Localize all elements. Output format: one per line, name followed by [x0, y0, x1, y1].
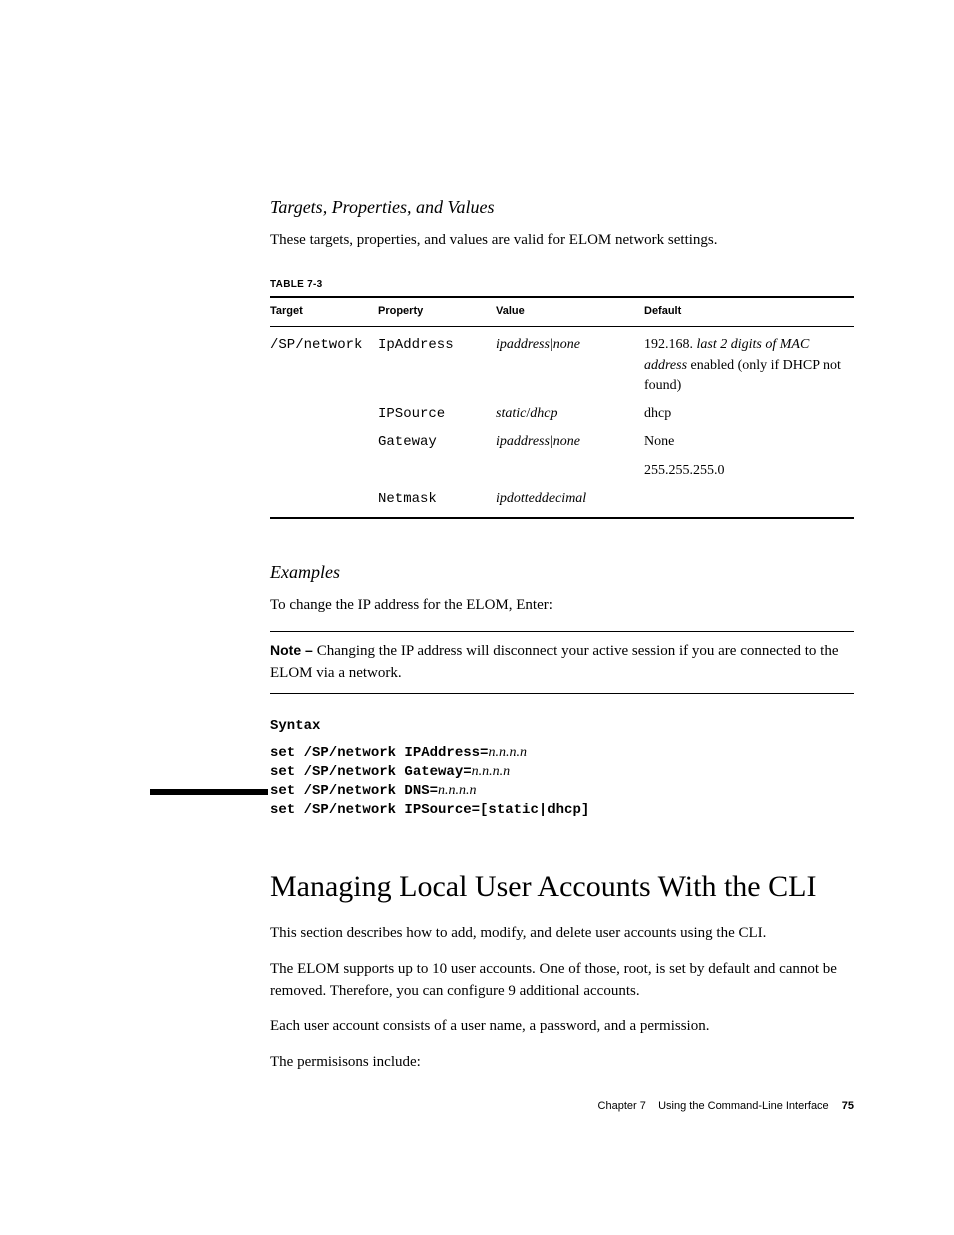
syntax-code-block: set /SP/network IPAddress=n.n.n.n set /S…: [270, 744, 854, 820]
table-row: 255.255.255.0: [270, 457, 854, 485]
table-row: /SP/network IpAddress ipaddress|none 192…: [270, 327, 854, 400]
paragraph-section-3: Each user account consists of a user nam…: [270, 1016, 854, 1038]
heading-examples: Examples: [270, 559, 854, 585]
paragraph-tpv-intro: These targets, properties, and values ar…: [270, 230, 854, 252]
heading-targets-properties-values: Targets, Properties, and Values: [270, 194, 854, 220]
cell-default: [644, 485, 854, 518]
page-footer: Chapter 7 Using the Command-Line Interfa…: [598, 1099, 854, 1115]
cell-value: ipaddress|none: [496, 327, 644, 400]
footer-chapter: Chapter 7: [598, 1100, 646, 1112]
code-line: set /SP/network Gateway=n.n.n.n: [270, 763, 854, 782]
th-value: Value: [496, 297, 644, 326]
cell-default: 255.255.255.0: [644, 457, 854, 485]
cell-property: Gateway: [378, 428, 496, 456]
code-line: set /SP/network DNS=n.n.n.n: [270, 782, 854, 801]
paragraph-section-4: The permisisons include:: [270, 1052, 854, 1074]
th-default: Default: [644, 297, 854, 326]
cell-target: [270, 428, 378, 456]
paragraph-examples-intro: To change the IP address for the ELOM, E…: [270, 595, 854, 617]
footer-page-number: 75: [842, 1100, 854, 1112]
cell-property: IpAddress: [378, 327, 496, 400]
note-text: Changing the IP address will disconnect …: [270, 643, 839, 681]
cell-default: None: [644, 428, 854, 456]
table-row: IPSource static/dhcp dhcp: [270, 400, 854, 428]
cell-value: static/dhcp: [496, 400, 644, 428]
syntax-label: Syntax: [270, 716, 854, 736]
heading-section-title: Managing Local User Accounts With the CL…: [270, 868, 854, 906]
table-network-properties: Target Property Value Default /SP/networ…: [270, 296, 854, 519]
cell-target: [270, 400, 378, 428]
note-label: Note –: [270, 642, 317, 658]
code-line: set /SP/network IPSource=[static|dhcp]: [270, 801, 854, 820]
th-target: Target: [270, 297, 378, 326]
cell-value: [496, 457, 644, 485]
footer-title: Using the Command-Line Interface: [658, 1100, 829, 1112]
paragraph-section-1: This section describes how to add, modif…: [270, 923, 854, 945]
cell-value: ipdotteddecimal: [496, 485, 644, 518]
cell-default: 192.168. last 2 digits of MAC address en…: [644, 327, 854, 400]
note-box: Note – Changing the IP address will disc…: [270, 631, 854, 694]
table-row: Netmask ipdotteddecimal: [270, 485, 854, 518]
table-row: Gateway ipaddress|none None: [270, 428, 854, 456]
cell-property: Netmask: [378, 485, 496, 518]
cell-default: dhcp: [644, 400, 854, 428]
cell-target: [270, 457, 378, 485]
cell-target: /SP/network: [270, 327, 378, 400]
code-line: set /SP/network IPAddress=n.n.n.n: [270, 744, 854, 763]
cell-property: IPSource: [378, 400, 496, 428]
cell-target: [270, 485, 378, 518]
cell-property: [378, 457, 496, 485]
th-property: Property: [378, 297, 496, 326]
section-rule: [150, 789, 268, 795]
cell-value: ipaddress|none: [496, 428, 644, 456]
table-label: TABLE 7-3: [270, 278, 854, 293]
paragraph-section-2: The ELOM supports up to 10 user accounts…: [270, 959, 854, 1003]
